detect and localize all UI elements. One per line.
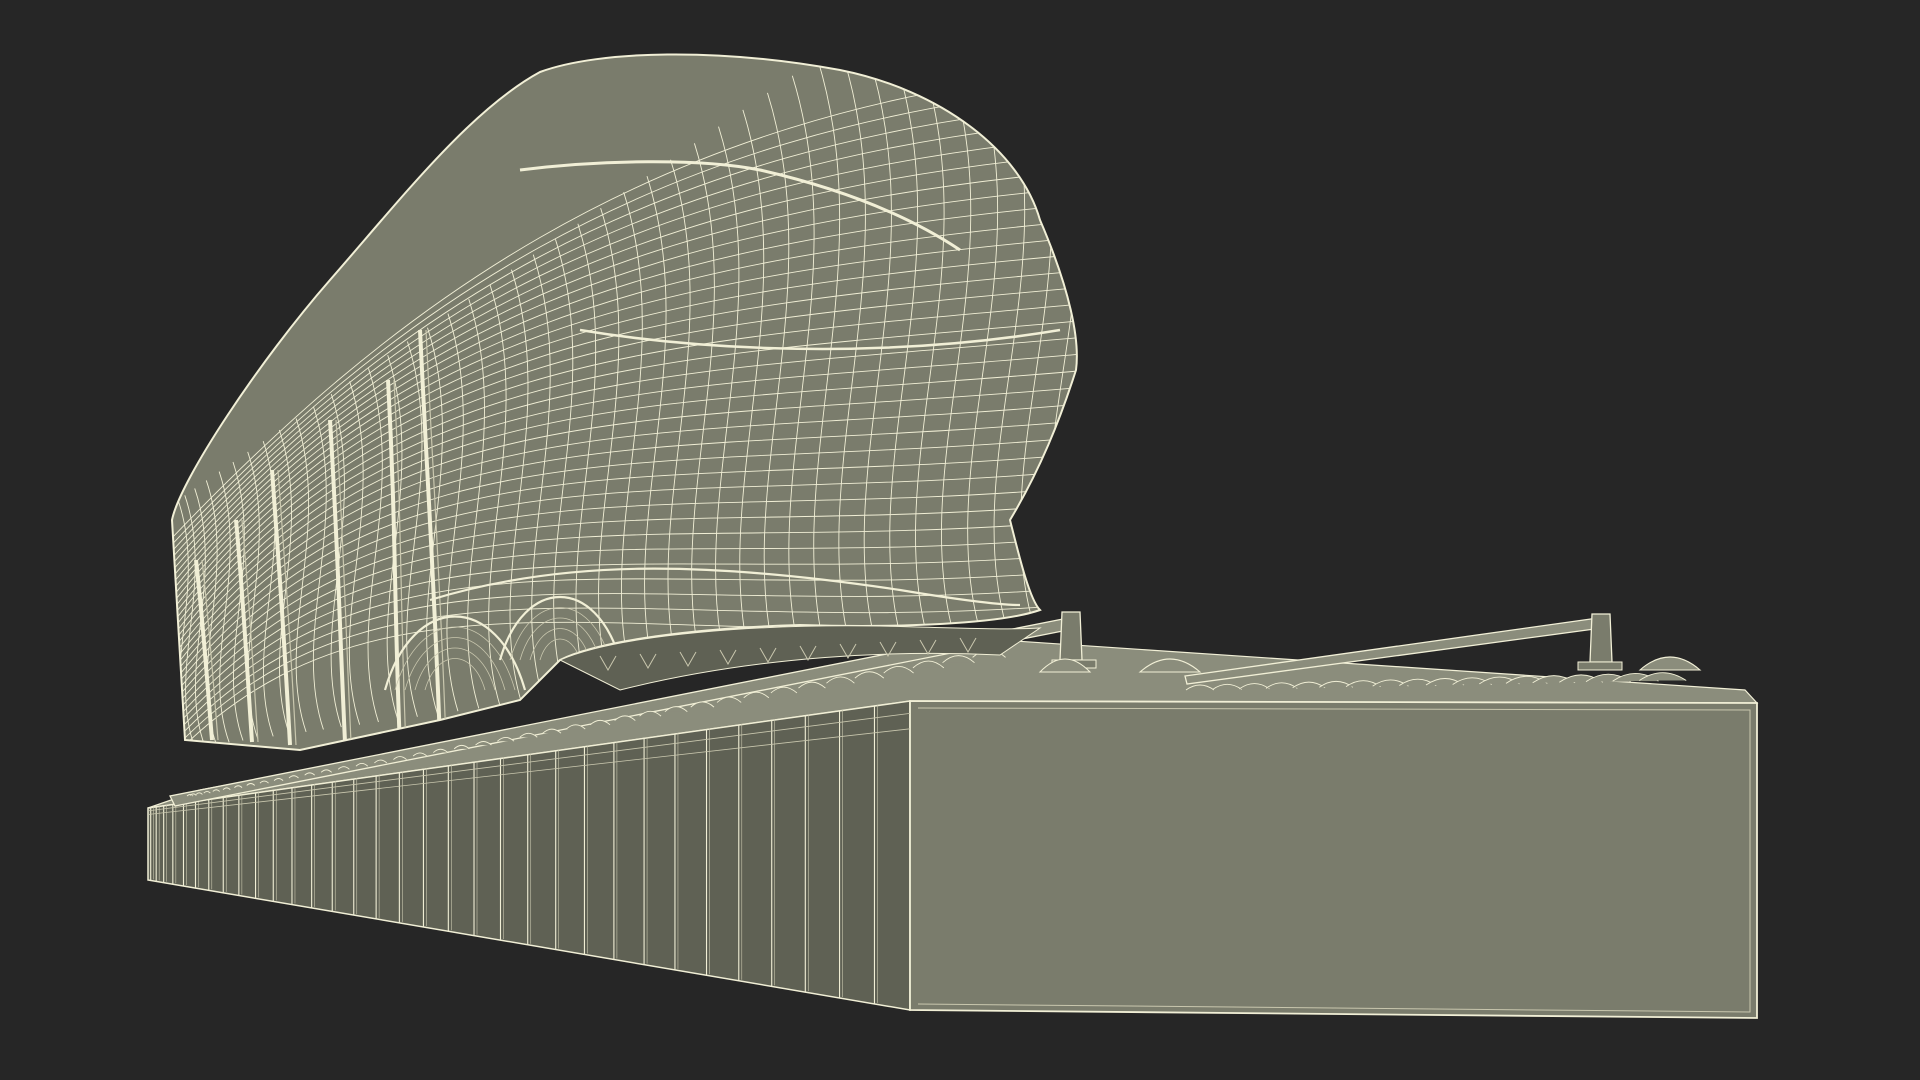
wireframe-scene (0, 0, 1920, 1080)
render-viewport (0, 0, 1920, 1080)
sleeper-bump (189, 793, 197, 796)
rail-right-foot (1577, 661, 1623, 671)
rail-left-end (1059, 611, 1083, 661)
track-front-face (909, 700, 1758, 1019)
rail-right-end (1589, 613, 1613, 663)
sleeper-bump (195, 792, 203, 795)
